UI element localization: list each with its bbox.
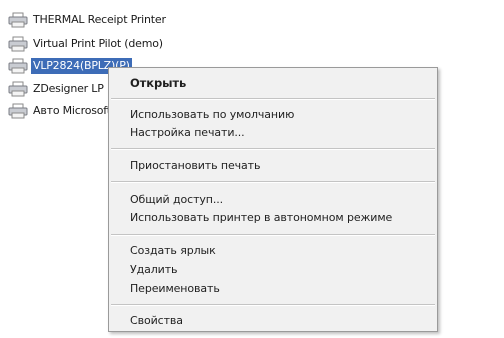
menu-item-print-settings[interactable]: Настройка печати... <box>130 124 245 142</box>
printer-item-zdesigner[interactable]: ZDesigner LP <box>8 79 106 99</box>
menu-separator <box>111 181 435 183</box>
printer-item-virtual-print-pilot[interactable]: Virtual Print Pilot (demo) <box>8 34 165 54</box>
printer-label: ZDesigner LP <box>33 82 104 95</box>
menu-separator <box>111 98 435 100</box>
menu-item-use-offline[interactable]: Использовать принтер в автономном режиме <box>130 209 392 227</box>
printer-label: Virtual Print Pilot (demo) <box>33 37 163 50</box>
menu-separator <box>111 148 435 150</box>
context-menu: Открыть Использовать по умолчанию Настро… <box>108 67 438 332</box>
printer-icon <box>8 58 28 74</box>
menu-item-sharing[interactable]: Общий доступ... <box>130 191 223 209</box>
menu-item-properties[interactable]: Свойства <box>130 312 183 330</box>
printer-icon <box>8 36 28 52</box>
printer-label: THERMAL Receipt Printer <box>33 13 166 26</box>
menu-separator <box>111 234 435 236</box>
printer-icon <box>8 81 28 97</box>
printer-item-thermal[interactable]: THERMAL Receipt Printer <box>8 10 168 30</box>
menu-item-open[interactable]: Открыть <box>130 74 186 92</box>
printer-item-auto-microsoft[interactable]: Авто Microsoft <box>8 101 113 121</box>
menu-item-pause-printing[interactable]: Приостановить печать <box>130 157 260 175</box>
printer-label: Авто Microsoft <box>33 104 111 117</box>
menu-item-delete[interactable]: Удалить <box>130 261 178 279</box>
printer-icon <box>8 12 28 28</box>
printer-icon <box>8 103 28 119</box>
menu-item-rename[interactable]: Переименовать <box>130 280 220 298</box>
menu-item-set-default[interactable]: Использовать по умолчанию <box>130 106 294 124</box>
menu-separator <box>111 304 435 306</box>
menu-item-create-shortcut[interactable]: Создать ярлык <box>130 242 216 260</box>
